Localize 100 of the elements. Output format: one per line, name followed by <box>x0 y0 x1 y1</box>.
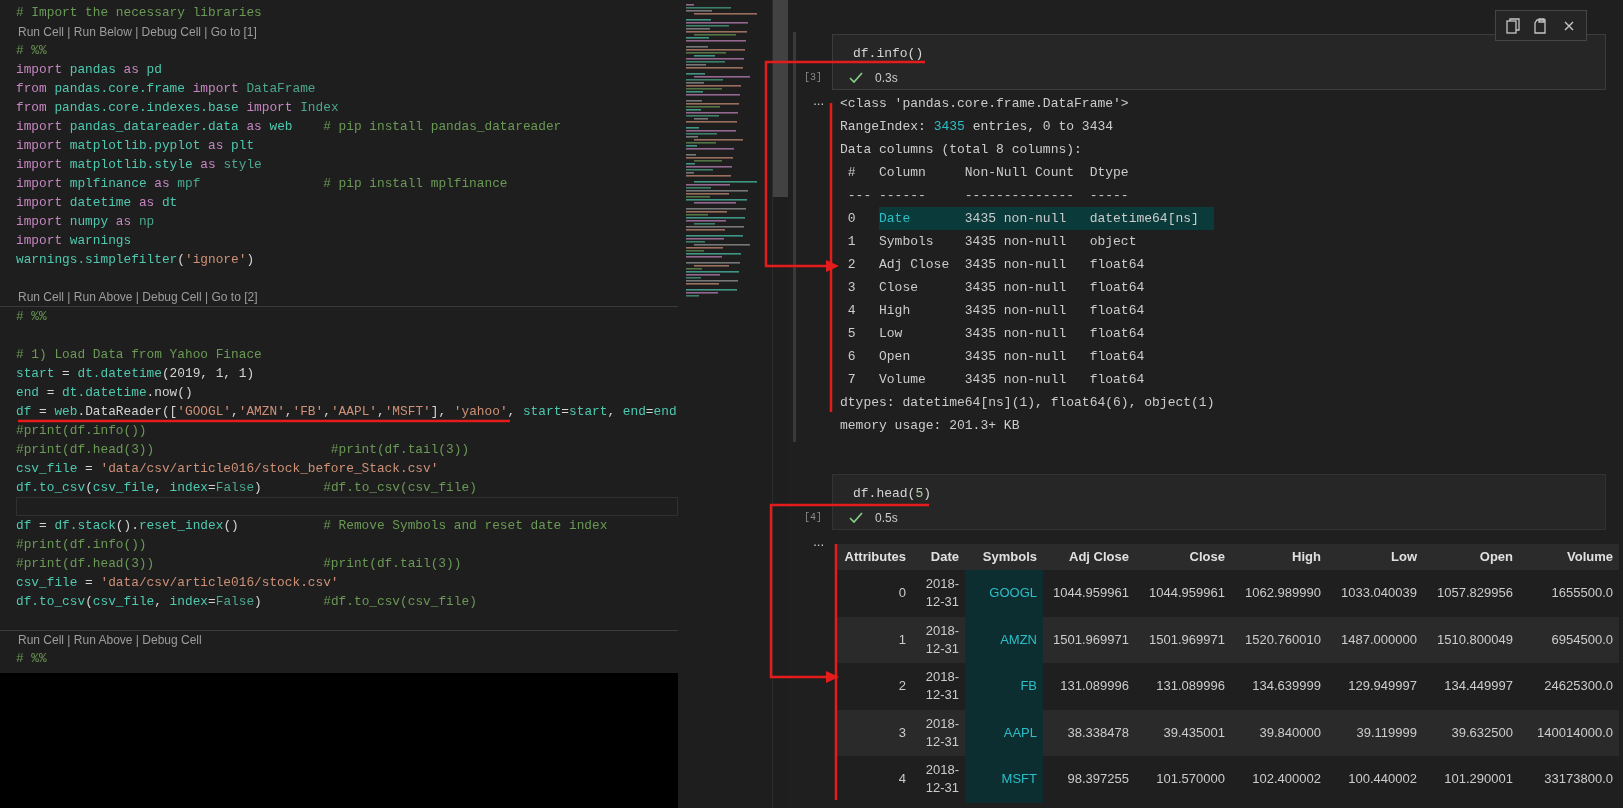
table-cell: 39.632500 <box>1423 709 1519 756</box>
table-cell: 39.119999 <box>1327 709 1423 756</box>
table-cell: 2018-12-31 <box>912 663 965 710</box>
table-cell: 2 <box>835 663 912 710</box>
table-cell: 1487.000000 <box>1327 616 1423 663</box>
column-header: Adj Close <box>1043 544 1135 570</box>
output-line: # Column Non-Null Count Dtype <box>846 164 1130 182</box>
table-cell: 0 <box>835 570 912 617</box>
output-line: 7 Volume 3435 non-null float64 <box>846 371 1146 389</box>
table-cell: 140014000.0 <box>1519 709 1619 756</box>
table-cell: 1044.959961 <box>1135 570 1231 617</box>
code-line: import mplfinance as mpf # pip install mplfinance <box>15 175 509 193</box>
close-icon <box>1563 19 1575 32</box>
code-line: # %% <box>15 650 48 668</box>
table-cell: 134.449997 <box>1423 663 1519 710</box>
copy-icon <box>1506 17 1520 34</box>
code-line: import warnings <box>15 232 133 250</box>
output-line: RangeIndex: 3435 entries, 0 to 3434 <box>840 118 1115 136</box>
output-line: memory usage: 201.3+ KB <box>840 417 1021 435</box>
table-cell: 4 <box>835 756 912 803</box>
table-cell: 131.089996 <box>1043 663 1135 710</box>
table-cell: 100.440002 <box>1327 756 1423 803</box>
output-line: 1 Symbols 3435 non-null object <box>846 233 1138 251</box>
code-line: from pandas.core.indexes.base import Index <box>15 99 340 117</box>
execution-time: 0.5s <box>875 510 898 527</box>
table-cell: 101.570000 <box>1135 756 1231 803</box>
output-line: 5 Low 3435 non-null float64 <box>846 325 1146 343</box>
table-cell: 1501.969971 <box>1043 616 1135 663</box>
code-line: start = dt.datetime(2019, 1, 1) <box>15 365 256 383</box>
table-cell: 2018-12-31 <box>912 570 965 617</box>
code-line: df.head(5) <box>852 485 933 503</box>
code-line: #print(df.head(3)) #print(df.tail(3)) <box>15 555 463 573</box>
table-cell: 1062.989990 <box>1231 570 1327 617</box>
table-cell: 1 <box>835 616 912 663</box>
table-cell: 33173800.0 <box>1519 756 1619 803</box>
table-cell: 24625300.0 <box>1519 663 1619 710</box>
table-cell: 1501.969971 <box>1135 616 1231 663</box>
code-line: #print(df.info()) <box>15 536 148 554</box>
table-cell: 38.338478 <box>1043 709 1135 756</box>
code-line: import matplotlib.pyplot as plt <box>15 137 256 155</box>
code-line: csv_file = 'data/csv/article016/stock.csv' <box>15 574 340 592</box>
column-header: Symbols <box>965 544 1043 570</box>
code-line: import pandas_datareader.data as web # pip install pandas_datareader <box>15 118 563 136</box>
code-line: #print(df.head(3)) #print(df.tail(3)) <box>15 441 471 459</box>
table-cell: 3 <box>835 709 912 756</box>
code-line: #print(df.info()) <box>15 422 148 440</box>
column-header: Close <box>1135 544 1231 570</box>
code-line: csv_file = 'data/csv/article016/stock_before_Stack.csv' <box>15 460 440 478</box>
clipboard-icon <box>1533 17 1549 34</box>
execution-count: [3] <box>804 71 822 85</box>
column-header: Date <box>912 544 965 570</box>
table-cell: FB <box>965 663 1043 710</box>
execution-time: 0.3s <box>875 70 898 87</box>
code-line: # 1) Load Data from Yahoo Finace <box>15 346 263 364</box>
table-cell: 2018-12-31 <box>912 756 965 803</box>
code-line: df.info() <box>852 45 925 63</box>
table-cell: GOOGL <box>965 570 1043 617</box>
cell-actions-link[interactable]: Run Cell | Run Above | Debug Cell | Go to [2] <box>18 288 258 306</box>
table-cell: 101.290001 <box>1423 756 1519 803</box>
code-line: from pandas.core.frame import DataFrame <box>15 80 317 98</box>
table-cell: 131.089996 <box>1135 663 1231 710</box>
output-menu-button[interactable]: ... <box>813 534 824 550</box>
output-line: <class 'pandas.core.frame.DataFrame'> <box>840 95 1130 113</box>
code-line: df = df.stack().reset_index() # Remove Symbols and reset date index <box>15 517 609 535</box>
column-header: High <box>1231 544 1327 570</box>
code-line: df = web.DataReader(['GOOGL','AMZN','FB','AAPL','MSFT'], 'yahoo', start=start, end=end <box>15 403 678 421</box>
table-cell: 39.840000 <box>1231 709 1327 756</box>
table-cell: 2018-12-31 <box>912 709 965 756</box>
output-line: dtypes: datetime64[ns](1), float64(6), object(1) <box>840 394 1215 412</box>
output-line: 2 Adj Close 3435 non-null float64 <box>846 256 1146 274</box>
table-cell: 1044.959961 <box>1043 570 1135 617</box>
table-cell: 129.949997 <box>1327 663 1423 710</box>
code-line: # Import the necessary libraries <box>15 4 263 22</box>
table-cell: 1057.829956 <box>1423 570 1519 617</box>
table-cell: MSFT <box>965 756 1043 803</box>
output-line: 4 High 3435 non-null float64 <box>846 302 1146 320</box>
table-cell: 1510.800049 <box>1423 616 1519 663</box>
output-menu-button[interactable]: ... <box>813 93 824 109</box>
code-line: import datetime as dt <box>15 194 179 212</box>
column-header: Volume <box>1519 544 1619 570</box>
output-line: Data columns (total 8 columns): <box>840 141 1083 159</box>
scrollbar-thumb[interactable] <box>773 0 788 197</box>
cell-actions-link[interactable]: Run Cell | Run Above | Debug Cell <box>18 631 202 649</box>
table-cell: AMZN <box>965 616 1043 663</box>
code-line: import matplotlib.style as style <box>15 156 263 174</box>
code-line: df.to_csv(csv_file, index=False) #df.to_csv(csv_file) <box>15 593 478 611</box>
cell-actions-link[interactable]: Run Cell | Run Below | Debug Cell | Go to [1] <box>18 22 257 41</box>
code-line: import numpy as np <box>15 213 156 231</box>
column-header: Low <box>1327 544 1423 570</box>
table-cell: 2018-12-31 <box>912 616 965 663</box>
table-cell: 1655500.0 <box>1519 570 1619 617</box>
column-header: Open <box>1423 544 1519 570</box>
code-line: end = dt.datetime.now() <box>15 384 194 402</box>
code-line: df.to_csv(csv_file, index=False) #df.to_csv(csv_file) <box>15 479 478 497</box>
table-cell: 134.639999 <box>1231 663 1327 710</box>
code-line: import pandas as pd <box>15 61 163 79</box>
table-cell: 1520.760010 <box>1231 616 1327 663</box>
output-line: 3 Close 3435 non-null float64 <box>846 279 1146 297</box>
code-line: warnings.simplefilter('ignore') <box>15 251 256 269</box>
output-line: 6 Open 3435 non-null float64 <box>846 348 1146 366</box>
